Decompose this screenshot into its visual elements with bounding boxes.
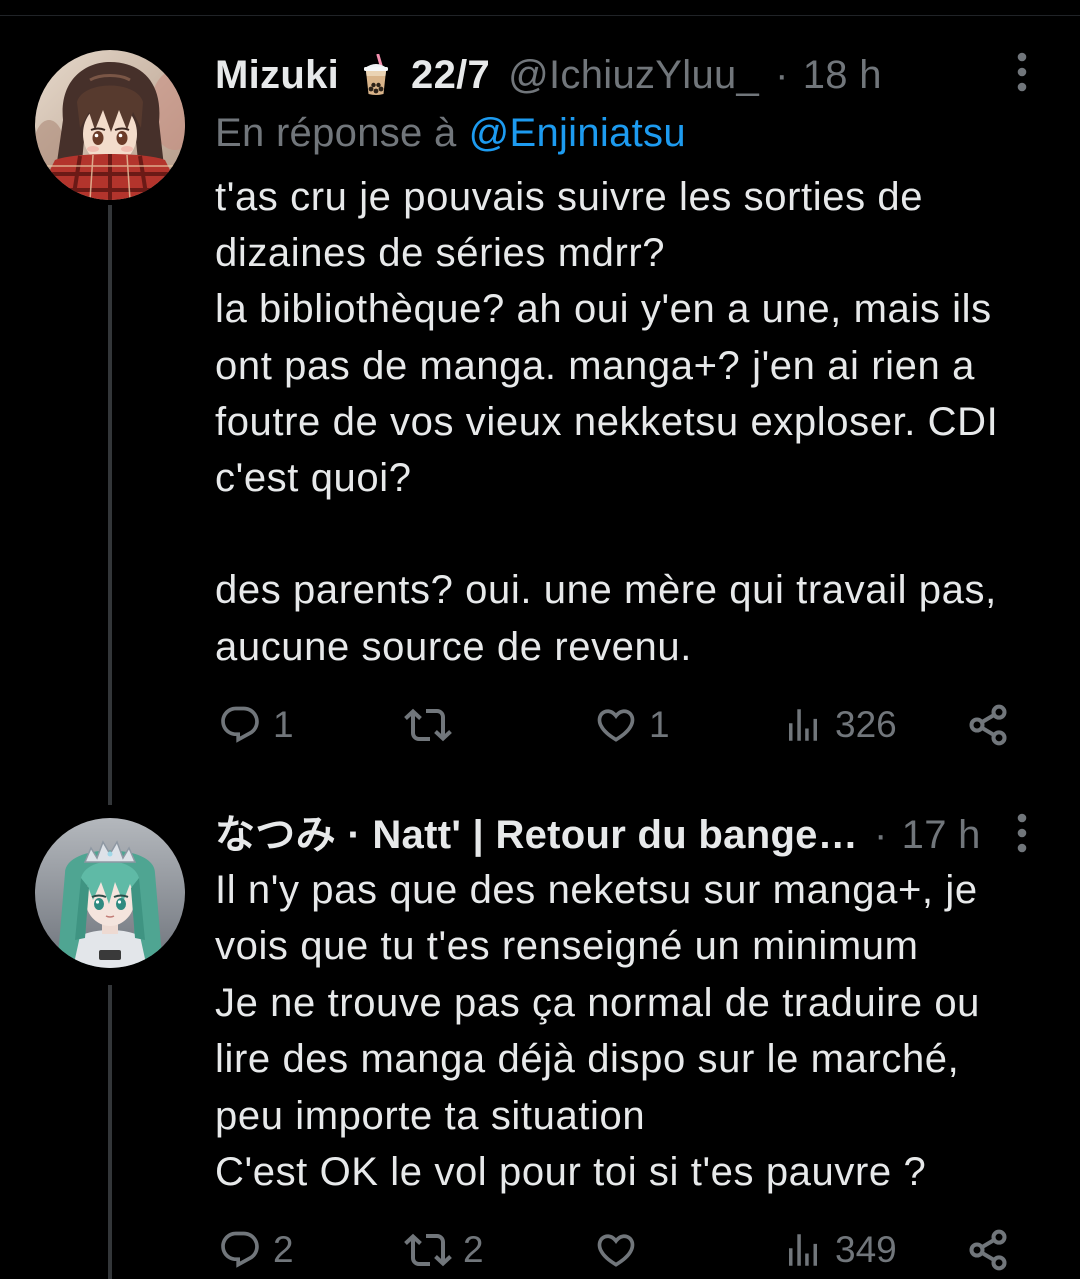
retweet-button[interactable]: 2 [404,1228,484,1272]
display-name[interactable]: なつみ · Natt' | Retour du bange… [215,807,858,863]
avatar-image [35,818,185,968]
avatar[interactable] [35,818,185,968]
tweet-header: なつみ · Natt' | Retour du bange… · 17 h [215,807,1005,863]
retweet-count: 2 [463,1229,484,1270]
tweet-text: Il n'y pas que des neketsu sur manga+, j… [215,862,980,1200]
like-button[interactable] [594,1228,638,1272]
reply-button[interactable]: 2 [218,1228,294,1272]
tweet-text-line: Il n'y pas que des neketsu sur manga+, j… [215,868,978,912]
separator-dot: · [874,813,888,857]
tweet-text-line: lire des manga déjà dispo sur le marché, [215,1037,960,1082]
reply-count: 2 [273,1229,294,1270]
views-button[interactable]: 349 [782,1228,897,1272]
tweet-paragraph: Il n'y pas que des neketsu sur manga+, j… [215,862,980,1200]
reply-icon [221,1231,259,1268]
views-count: 349 [835,1229,897,1270]
heart-icon [597,1234,635,1267]
tweet-text-line: peu importe ta situation [215,1093,646,1138]
share-icon [969,1229,1007,1271]
retweet-icon [404,1233,452,1267]
share-button[interactable] [966,1228,1010,1272]
tweet-natt[interactable]: なつみ · Natt' | Retour du bange… · 17 h Il… [0,0,1080,1279]
tweet-text-line: C'est OK le vol pour toi si t'es pauvre … [215,1150,927,1195]
action-bar: 2 2 349 [0,1228,1080,1272]
more-vertical-icon[interactable] [1010,811,1034,855]
tweet-text-line: vois que tu t'es renseigné un minimum [215,924,919,969]
views-chart-icon [789,1234,817,1266]
timestamp[interactable]: 17 h [902,807,981,863]
tweet-text-line: Je ne trouve pas ça normal de traduire o… [215,980,981,1025]
